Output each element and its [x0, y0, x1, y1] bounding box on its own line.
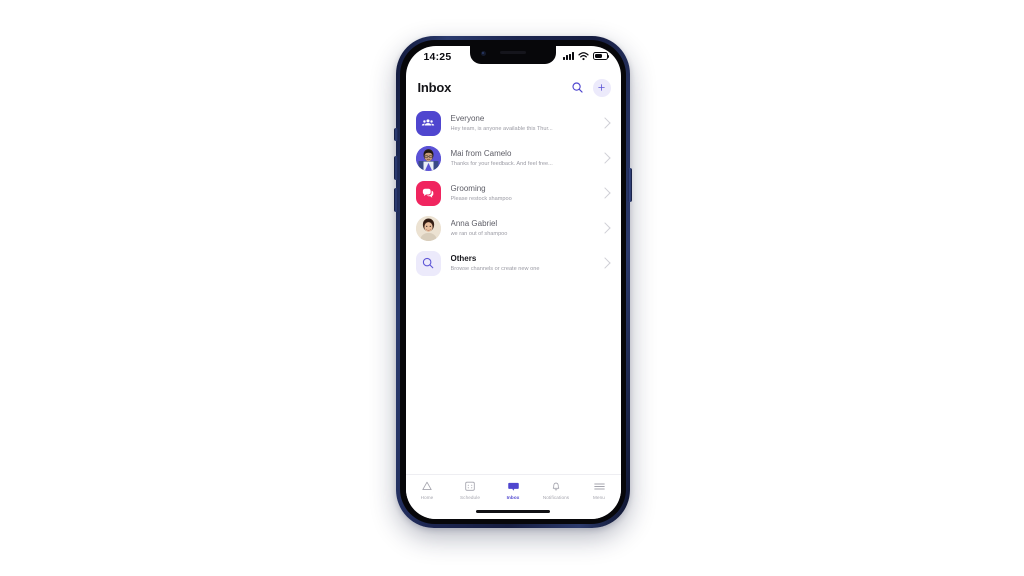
chevron-right-icon: [598, 117, 611, 129]
battery-icon: [592, 52, 610, 60]
front-camera-icon: [481, 51, 486, 57]
conversation-name: Everyone: [450, 113, 485, 123]
conversation-name: Grooming: [450, 183, 486, 193]
nav-item-schedule[interactable]: Schedule: [449, 480, 492, 510]
nav-item-notifications[interactable]: Notifications: [535, 480, 578, 510]
list-item-text: Mai from Camelo Thanks for your feedback…: [441, 148, 601, 169]
home-triangle-icon: [421, 480, 434, 493]
chevron-right-icon: [598, 152, 611, 164]
conversation-preview: Please restock shampoo: [450, 195, 512, 202]
search-icon[interactable]: [569, 79, 587, 97]
conversation-name: Others: [450, 253, 477, 263]
nav-label: Inbox: [506, 494, 520, 500]
nav-label: Notifications: [542, 494, 570, 500]
app-header: Inbox: [406, 76, 621, 106]
list-item-text: Everyone Hey team, is anyone available t…: [441, 113, 601, 134]
plus-icon: [597, 83, 606, 92]
bell-icon: [550, 480, 563, 493]
header-actions: [569, 78, 611, 97]
nav-label: Home: [420, 494, 434, 500]
people-group-icon: [415, 110, 441, 136]
add-conversation-button[interactable]: [592, 78, 611, 97]
list-item-text: Grooming Please restock shampoo: [441, 183, 601, 204]
hamburger-icon: [593, 480, 606, 493]
wifi-icon: [577, 51, 589, 61]
nav-label: Schedule: [460, 494, 480, 500]
list-item[interactable]: Grooming Please restock shampoo: [406, 176, 621, 211]
conversation-preview: Hey team, is anyone available this Thur.…: [450, 125, 553, 132]
list-item[interactable]: Everyone Hey team, is anyone available t…: [406, 106, 621, 141]
device-notch: [470, 45, 556, 64]
chevron-right-icon: [598, 187, 611, 199]
volume-up-button[interactable]: [394, 156, 398, 180]
page-title: Inbox: [417, 79, 452, 95]
list-item[interactable]: Anna Gabriel we ran out of shampoo: [406, 211, 621, 246]
conversation-preview: Browse channels or create new one: [450, 265, 540, 272]
chat-bubble-icon: [507, 480, 520, 493]
volume-down-button[interactable]: [394, 188, 398, 212]
nav-item-menu[interactable]: Menu: [578, 480, 621, 510]
conversation-name: Mai from Camelo: [450, 148, 512, 158]
bottom-navigation-bar: Home Schedule Inbox Notifications Menu: [405, 473, 621, 519]
screenshot-canvas: 14:25 Inbox Everyone Hey team, is anyone…: [0, 0, 1024, 576]
calendar-grid-icon: [464, 480, 477, 493]
home-indicator[interactable]: [476, 509, 550, 513]
power-button[interactable]: [628, 168, 633, 202]
list-item-text: Others Browse channels or create new one: [441, 253, 601, 274]
status-bar-time: 14:25: [423, 50, 452, 63]
chevron-right-icon: [598, 222, 611, 234]
list-item[interactable]: Others Browse channels or create new one: [406, 246, 621, 281]
list-item-text: Anna Gabriel we ran out of shampoo: [441, 218, 601, 239]
conversation-preview: we ran out of shampoo: [450, 230, 508, 237]
status-bar-icons: [563, 51, 610, 61]
nav-item-home[interactable]: Home: [406, 480, 449, 510]
conversation-name: Anna Gabriel: [450, 218, 498, 228]
list-item[interactable]: Mai from Camelo Thanks for your feedback…: [406, 141, 621, 176]
avatar: [415, 145, 441, 171]
chevron-right-icon: [598, 257, 611, 269]
signal-bars-icon: [563, 52, 574, 60]
avatar: [415, 215, 441, 241]
nav-label: Menu: [593, 494, 605, 500]
chat-bubbles-icon: [415, 180, 441, 206]
silent-switch-button[interactable]: [394, 128, 398, 141]
conversation-preview: Thanks for your feedback. And feel free.…: [450, 160, 553, 167]
nav-item-inbox[interactable]: Inbox: [492, 480, 535, 510]
conversation-list: Everyone Hey team, is anyone available t…: [406, 106, 621, 281]
earpiece-speaker: [500, 51, 526, 55]
phone-screen: 14:25 Inbox Everyone Hey team, is anyone…: [405, 45, 621, 519]
search-icon: [415, 250, 441, 276]
